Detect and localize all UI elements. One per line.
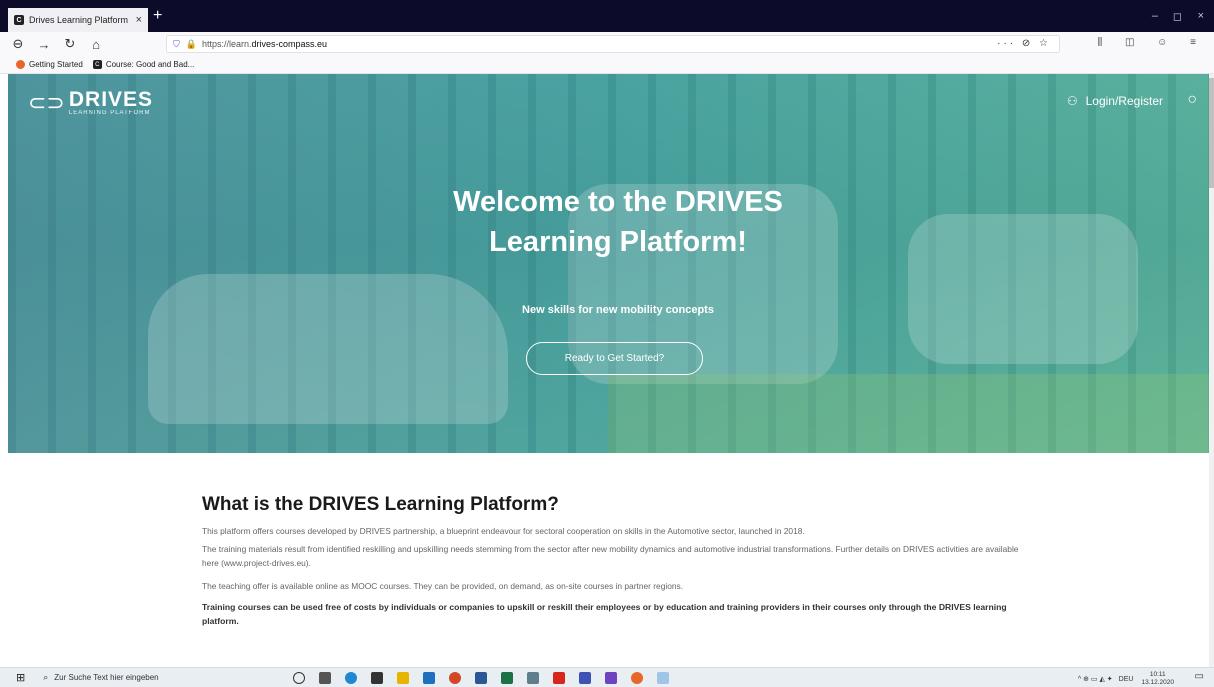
clock-time: 10:11 [1149, 671, 1166, 678]
logo-text: DRIVES [68, 88, 154, 111]
browser-nav-bar: ⊖ → ↻ ⌂ ⛉ 🔒 https://learn. drives-compass… [0, 32, 1214, 56]
file-explorer-icon[interactable] [397, 671, 410, 684]
windows-taskbar: ⊞ ⌕ Zur Suche Text hier eingeben ^ ⊕ ▭ ◭… [0, 667, 1214, 687]
user-icon: ⚇ [1066, 94, 1078, 108]
search-icon: ⌕ [43, 672, 49, 682]
hero-image-shape [148, 274, 508, 424]
firefox-icon [16, 60, 25, 69]
reload-icon[interactable]: ↻ [62, 36, 78, 52]
tab-title: Drives Learning Platform [29, 15, 129, 25]
bookmarks-bar: Getting Started C Course: Good and Bad..… [0, 56, 1214, 74]
hero-title: Welcome to the DRIVES Learning Platform! [453, 186, 783, 258]
clock[interactable]: 10:11 13.12.2020 [1141, 671, 1174, 687]
hero-subtitle: New skills for new mobility concepts [522, 304, 714, 316]
edge-icon[interactable] [345, 671, 358, 684]
page-scrollbar-thumb[interactable] [1209, 78, 1214, 188]
store-icon[interactable] [371, 671, 384, 684]
cortana-icon[interactable] [293, 671, 306, 684]
url-host: drives-compass.eu [251, 39, 328, 49]
window-close-button[interactable]: × [1198, 10, 1204, 22]
taskbar-search[interactable]: ⌕ Zur Suche Text hier eingeben [43, 672, 243, 683]
task-view-icon[interactable] [319, 671, 332, 684]
url-prefix: https://learn. [201, 39, 252, 49]
taskbar-apps [293, 671, 683, 684]
browser-tab-bar: C Drives Learning Platform × + – ◻ × [0, 0, 1214, 32]
acrobat-icon[interactable] [553, 671, 566, 684]
drives-car-icon: ⊂⊃ [28, 90, 65, 115]
site-logo[interactable]: ⊂⊃ DRIVES LEARNING PLATFORM [28, 88, 154, 116]
language-indicator[interactable]: DEU [1119, 676, 1134, 683]
toolbar-icons[interactable]: ⫼ ◫ ☺ ≡ [1098, 37, 1206, 48]
bookmark-course[interactable]: C Course: Good and Bad... [92, 60, 195, 69]
paragraph-free-courses: Training courses can be used free of cos… [202, 602, 1007, 626]
hero-image-shape [908, 214, 1138, 364]
firefox-icon[interactable] [631, 671, 644, 684]
powerpoint-icon[interactable] [449, 671, 462, 684]
excel-icon[interactable] [501, 671, 514, 684]
hero-banner: ⊂⊃ DRIVES LEARNING PLATFORM ⚇ Login/Regi… [8, 74, 1209, 453]
tab-close-icon[interactable]: × [136, 14, 142, 26]
tray-icons[interactable]: ^ ⊕ ▭ ◭ ✦ [1078, 675, 1113, 683]
url-actions[interactable]: ··· ⊘ ☆ [997, 38, 1051, 49]
get-started-button[interactable]: Ready to Get Started? [526, 342, 703, 375]
new-tab-button[interactable]: + [153, 7, 162, 25]
calculator-icon[interactable] [527, 671, 540, 684]
word-icon[interactable] [475, 671, 488, 684]
bookmark-label: Course: Good and Bad... [105, 60, 195, 69]
app-icon[interactable] [657, 671, 670, 684]
bookmark-label: Getting Started [29, 60, 83, 69]
about-section: What is the DRIVES Learning Platform? Th… [202, 494, 1032, 626]
login-register-link[interactable]: ⚇ Login/Register [1067, 94, 1163, 108]
lock-icon[interactable]: 🔒 [186, 39, 197, 50]
taskbar-search-placeholder: Zur Suche Text hier eingeben [54, 673, 159, 682]
hero-image-shape [608, 374, 1209, 453]
notification-icon[interactable]: ▭ [1195, 671, 1204, 682]
system-tray: ^ ⊕ ▭ ◭ ✦ DEU 10:11 13.12.2020 [1078, 671, 1174, 687]
browser-tab[interactable]: C Drives Learning Platform × [8, 8, 148, 32]
login-label: Login/Register [1085, 94, 1163, 108]
address-bar[interactable]: ⛉ 🔒 https://learn. drives-compass.eu ··· … [166, 35, 1060, 53]
windows-start-icon[interactable]: ⊞ [16, 671, 25, 684]
window-maximize-button[interactable]: ◻ [1173, 10, 1182, 23]
paragraph-intro: This platform offers courses developed b… [202, 526, 805, 536]
course-icon: C [92, 60, 102, 69]
home-icon[interactable]: ⌂ [88, 37, 104, 52]
back-icon[interactable]: ⊖ [10, 36, 26, 52]
mail-icon[interactable] [423, 671, 436, 684]
clock-date: 13.12.2020 [1141, 679, 1174, 686]
teams-icon[interactable] [605, 671, 618, 684]
logo-subtitle: LEARNING PLATFORM [68, 110, 151, 116]
section-heading: What is the DRIVES Learning Platform? [202, 494, 559, 515]
paragraph-teaching: The teaching offer is available online a… [202, 581, 684, 591]
forward-icon[interactable]: → [36, 37, 52, 52]
bookmark-getting-started[interactable]: Getting Started [16, 60, 83, 69]
window-minimize-button[interactable]: – [1152, 10, 1158, 22]
search-icon[interactable]: ○ [1187, 91, 1197, 109]
tracking-shield-icon[interactable]: ⛉ [173, 39, 180, 50]
app-icon[interactable] [579, 671, 592, 684]
site-favicon-icon: C [14, 15, 24, 25]
paragraph-materials: The training materials result from ident… [202, 544, 1019, 568]
